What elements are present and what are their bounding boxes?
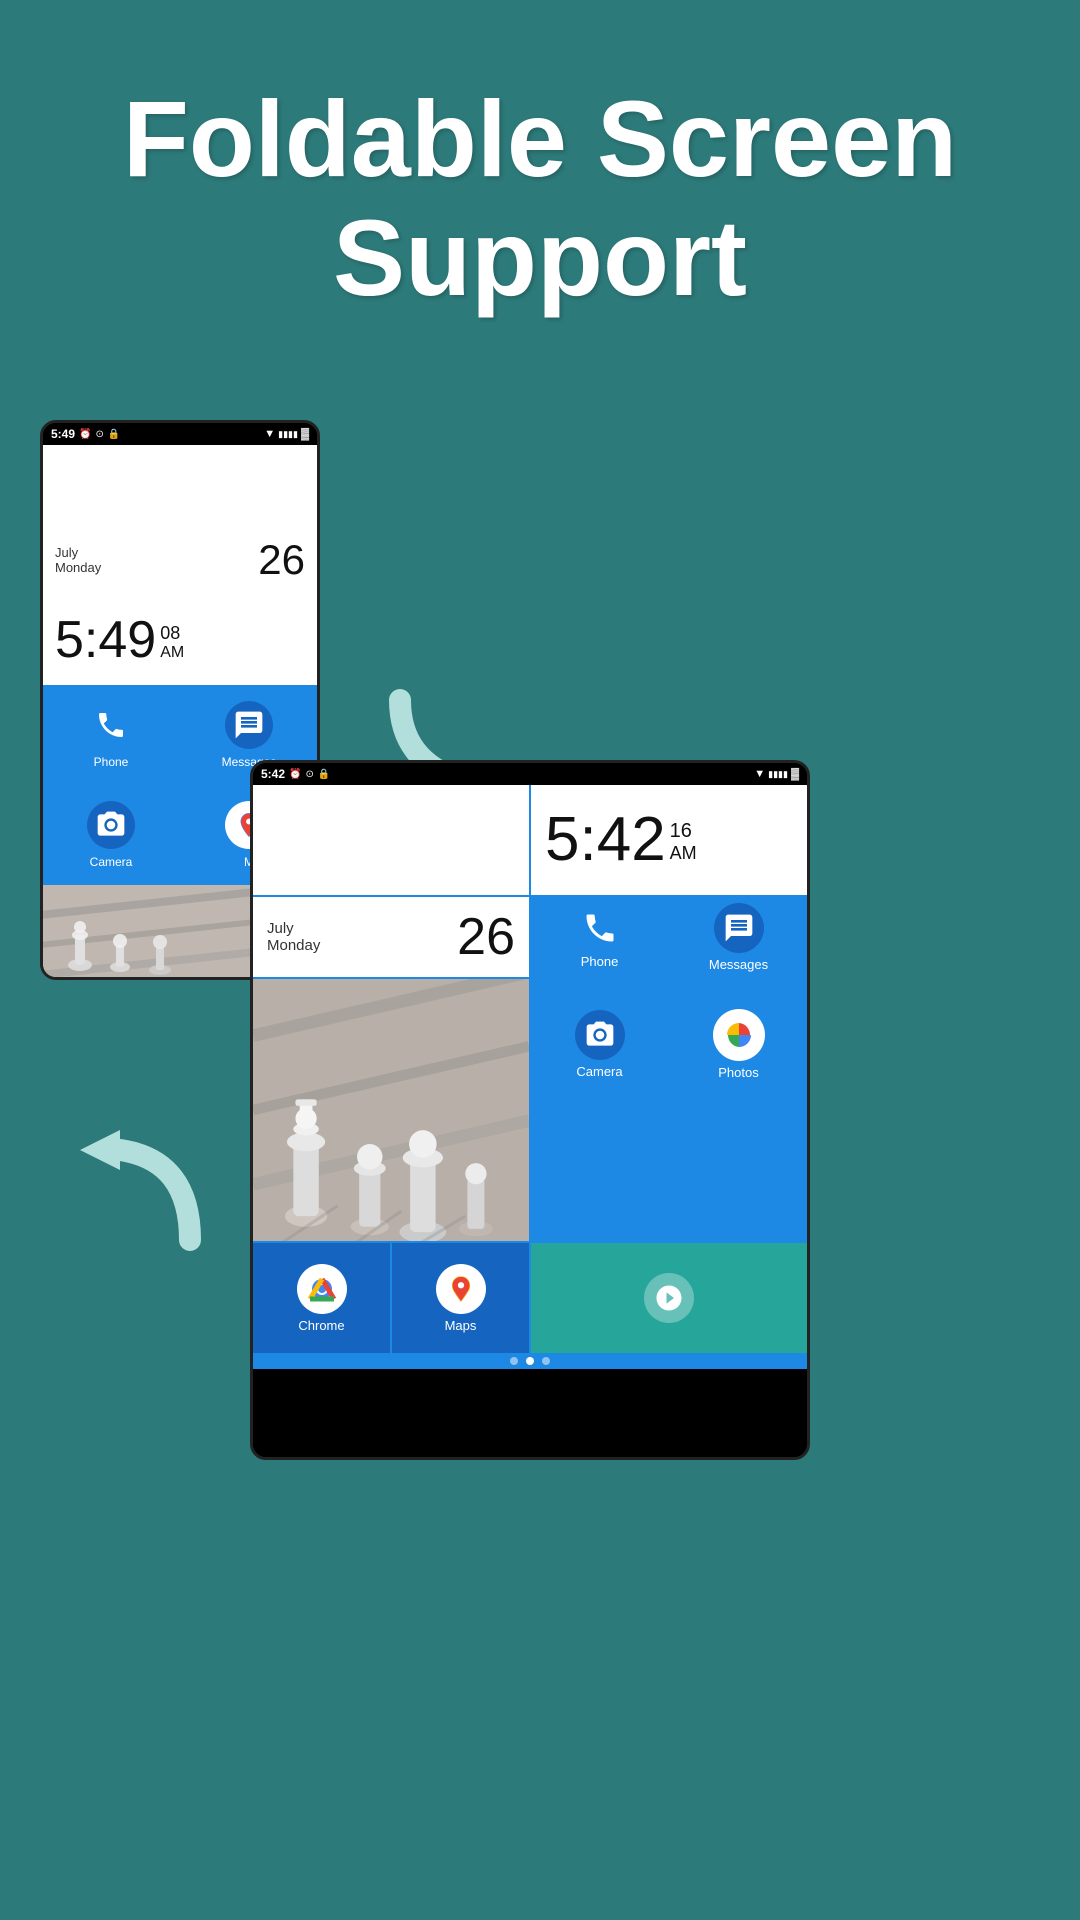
large-chrome-label: Chrome (298, 1318, 344, 1333)
large-messages-icon (714, 903, 764, 953)
large-phone-status-bar: 5:42 ⏰ ⊙ 🔒 ▼ ▮▮▮▮ ▓ (253, 763, 807, 785)
large-clock-seconds: 16 (670, 820, 697, 843)
large-calendar-top (253, 785, 529, 895)
messages-app-icon (225, 701, 273, 749)
camera-app-icon (87, 801, 135, 849)
large-app-maps-bottom[interactable]: Maps (392, 1243, 529, 1353)
alarm-icon: ⏰ (79, 429, 91, 440)
large-maps-label: Maps (445, 1318, 477, 1333)
large-date-day-name: Monday (267, 937, 320, 954)
large-chess-svg (253, 979, 529, 1241)
large-photo-tile (253, 979, 529, 1241)
lock-icon: 🔒 (108, 429, 120, 440)
date-month: July (55, 545, 101, 560)
large-signal-icon: ▮▮▮▮ (768, 769, 788, 780)
large-status-time: 5:42 (261, 767, 285, 781)
large-app-photos[interactable]: Photos (670, 979, 807, 1109)
large-clock-time: 5:42 (545, 809, 666, 871)
large-date-month: July (267, 920, 320, 937)
date-label: July Monday (55, 545, 101, 575)
large-clock-ampm: AM (670, 843, 697, 864)
large-wifi-icon: ▼ (754, 768, 765, 780)
dot-3 (542, 1357, 550, 1365)
page-indicator (253, 1353, 807, 1369)
large-app-messages[interactable]: Messages (670, 897, 807, 977)
large-battery-icon: ▓ (791, 768, 799, 780)
camera-app-label: Camera (90, 855, 133, 869)
dot-1 (510, 1357, 518, 1365)
large-date-number: 26 (457, 907, 515, 967)
clock-seconds: 08 (160, 623, 184, 644)
small-calendar-widget-top (43, 445, 317, 525)
large-notification-icon: ⊙ (305, 769, 313, 780)
phone-app-label: Phone (94, 755, 129, 769)
battery-icon: ▓ (301, 428, 309, 440)
large-photos-icon (713, 1009, 765, 1061)
page-title: Foldable Screen Support (60, 80, 1020, 318)
large-chrome-icon (297, 1264, 347, 1314)
status-time: 5:49 (51, 427, 75, 441)
large-app-chrome[interactable]: Chrome (253, 1243, 390, 1353)
date-number: 26 (258, 536, 305, 584)
large-messages-label: Messages (709, 957, 768, 972)
large-photos-label: Photos (718, 1065, 758, 1080)
arrow-up-left (60, 1120, 210, 1260)
notification-icon: ⊙ (95, 429, 103, 440)
large-teal-icon (644, 1273, 694, 1323)
small-date-tile: July Monday 26 (43, 525, 317, 595)
large-empty-col4 (670, 1111, 807, 1241)
dot-2 (526, 1357, 534, 1365)
title-section: Foldable Screen Support (0, 0, 1080, 358)
large-camera-label: Camera (576, 1064, 622, 1079)
large-lock-icon: 🔒 (318, 769, 330, 780)
large-phone-mock: 5:42 ⏰ ⊙ 🔒 ▼ ▮▮▮▮ ▓ 5:42 16 AM July (250, 760, 810, 1460)
app-tile-phone[interactable]: Phone (43, 685, 179, 785)
large-phone-icon (578, 906, 622, 950)
large-clock-tile: 5:42 16 AM (531, 785, 807, 895)
clock-ampm: AM (160, 644, 184, 662)
large-camera-icon (575, 1010, 625, 1060)
clock-time: 5:49 (55, 614, 156, 666)
large-app-teal[interactable] (531, 1243, 807, 1353)
large-empty-col3 (531, 1111, 668, 1241)
arrow-up-left-svg (60, 1120, 210, 1260)
large-alarm-icon: ⏰ (289, 769, 301, 780)
large-date-tile: July Monday 26 (253, 897, 529, 977)
large-app-camera[interactable]: Camera (531, 979, 668, 1109)
small-phone-status-bar: 5:49 ⏰ ⊙ 🔒 ▼ ▮▮▮▮ ▓ (43, 423, 317, 445)
date-day-name: Monday (55, 560, 101, 575)
wifi-icon: ▼ (264, 428, 275, 440)
app-tile-camera[interactable]: Camera (43, 785, 179, 885)
phone-app-icon (87, 701, 135, 749)
large-maps-icon (436, 1264, 486, 1314)
large-app-phone[interactable]: Phone (531, 897, 668, 977)
small-clock-tile: 5:49 08 AM (43, 595, 317, 685)
large-phone-label: Phone (581, 954, 619, 969)
signal-icon: ▮▮▮▮ (278, 429, 298, 440)
